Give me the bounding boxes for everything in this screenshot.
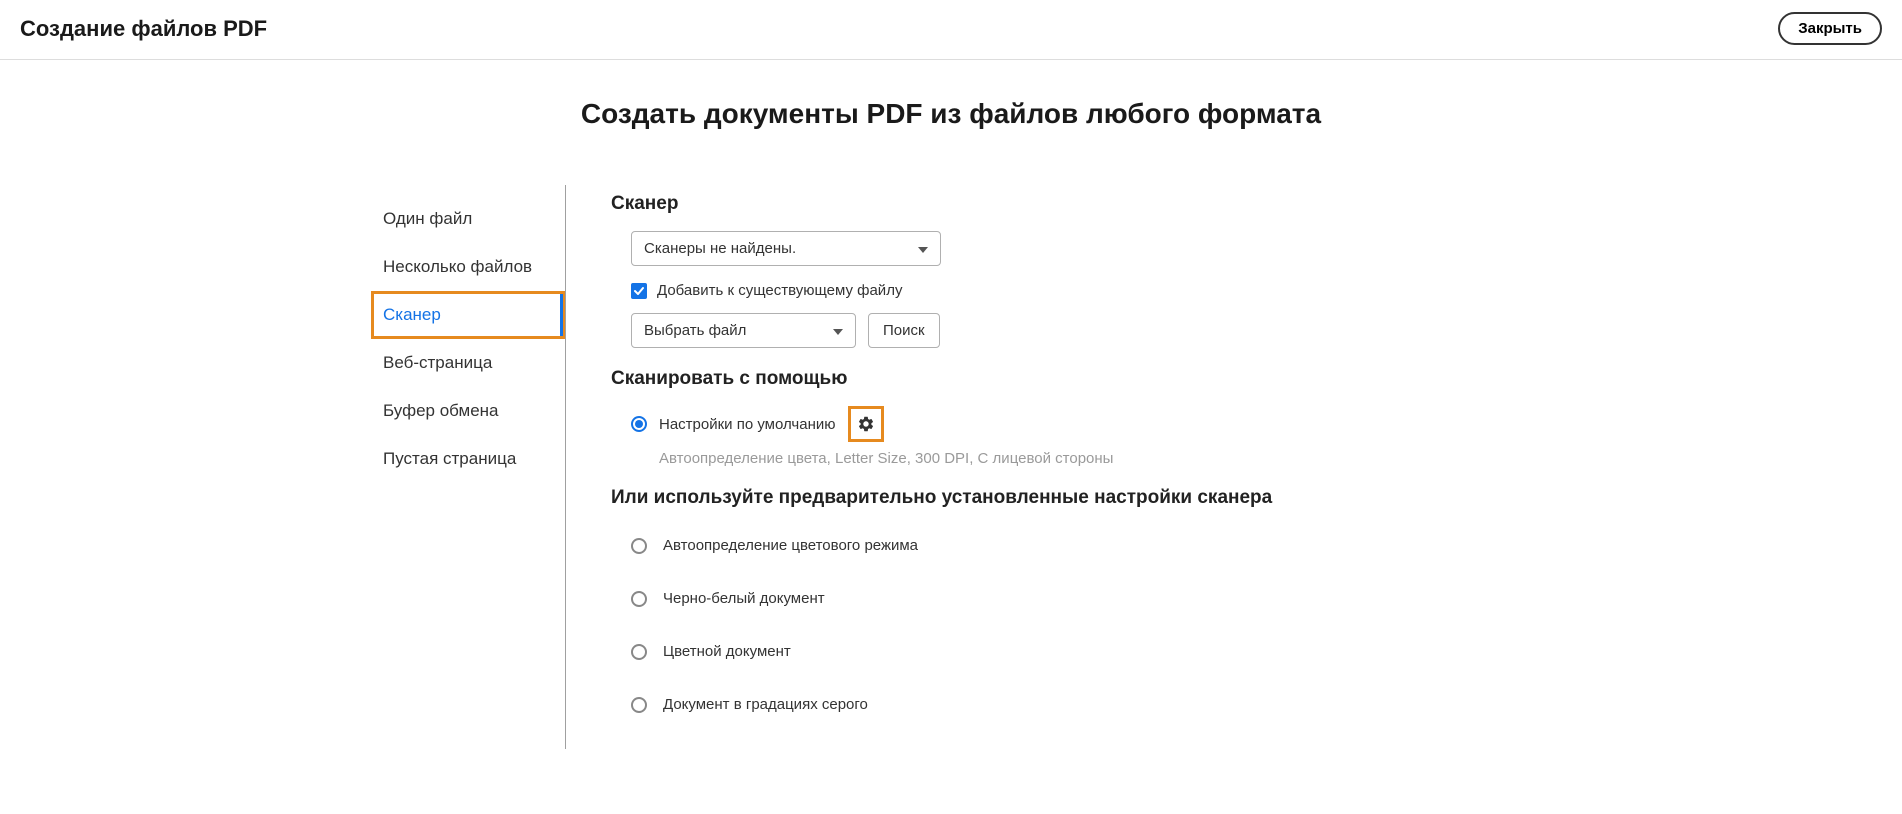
- search-button[interactable]: Поиск: [868, 313, 940, 348]
- file-select[interactable]: Выбрать файл: [631, 313, 856, 348]
- tab-single-file[interactable]: Один файл: [371, 195, 565, 243]
- file-select-value: Выбрать файл: [644, 322, 746, 339]
- tab-web-page[interactable]: Веб-страница: [371, 339, 565, 387]
- tab-label: Несколько файлов: [383, 257, 532, 276]
- tab-label: Один файл: [383, 209, 472, 228]
- preset-radio-grayscale[interactable]: [631, 697, 647, 713]
- page-title: Создание файлов PDF: [20, 16, 267, 42]
- chevron-down-icon: [918, 240, 928, 257]
- check-icon: [633, 285, 645, 297]
- preset-row-grayscale: Документ в градациях серого: [631, 696, 1531, 713]
- preset-label: Цветной документ: [663, 643, 791, 660]
- scanner-select[interactable]: Сканеры не найдены.: [631, 231, 941, 266]
- close-button[interactable]: Закрыть: [1778, 12, 1882, 45]
- preset-radio-auto-color[interactable]: [631, 538, 647, 554]
- tab-label: Сканер: [383, 305, 441, 324]
- scan-with-heading: Сканировать с помощью: [611, 368, 1531, 390]
- tab-label: Веб-страница: [383, 353, 492, 372]
- content-area: Один файл Несколько файлов Сканер Веб-ст…: [0, 185, 1902, 749]
- scanner-select-value: Сканеры не найдены.: [644, 240, 796, 257]
- file-select-row: Выбрать файл Поиск: [631, 313, 1531, 348]
- preset-radio-bw[interactable]: [631, 591, 647, 607]
- default-settings-radio[interactable]: [631, 416, 647, 432]
- content-inner: Один файл Несколько файлов Сканер Веб-ст…: [371, 185, 1531, 749]
- settings-gear-button[interactable]: [848, 406, 884, 442]
- tab-label: Пустая страница: [383, 449, 516, 468]
- header: Создание файлов PDF Закрыть: [0, 0, 1902, 60]
- tabs-list: Один файл Несколько файлов Сканер Веб-ст…: [371, 185, 566, 749]
- tab-clipboard[interactable]: Буфер обмена: [371, 387, 565, 435]
- tab-label: Буфер обмена: [383, 401, 499, 420]
- default-settings-row: Настройки по умолчанию: [631, 406, 1531, 442]
- append-checkbox-row: Добавить к существующему файлу: [631, 282, 1531, 299]
- tab-blank-page[interactable]: Пустая страница: [371, 435, 565, 483]
- default-settings-label: Настройки по умолчанию: [659, 416, 836, 433]
- preset-label: Документ в градациях серого: [663, 696, 868, 713]
- default-settings-hint: Автоопределение цвета, Letter Size, 300 …: [659, 450, 1531, 467]
- preset-label: Черно-белый документ: [663, 590, 825, 607]
- preset-row-bw: Черно-белый документ: [631, 590, 1531, 607]
- append-checkbox-label: Добавить к существующему файлу: [657, 282, 902, 299]
- tab-multiple-files[interactable]: Несколько файлов: [371, 243, 565, 291]
- tab-scanner[interactable]: Сканер: [371, 291, 565, 339]
- presets-heading: Или используйте предварительно установле…: [611, 487, 1531, 509]
- main-title: Создать документы PDF из файлов любого ф…: [0, 98, 1902, 130]
- preset-row-auto-color: Автоопределение цветового режима: [631, 537, 1531, 554]
- gear-icon: [857, 415, 875, 433]
- chevron-down-icon: [833, 322, 843, 339]
- preset-row-color: Цветной документ: [631, 643, 1531, 660]
- scanner-heading: Сканер: [611, 193, 1531, 215]
- preset-radio-color[interactable]: [631, 644, 647, 660]
- scanner-select-row: Сканеры не найдены.: [631, 231, 1531, 266]
- scanner-panel: Сканер Сканеры не найдены. Добавить к су…: [566, 185, 1531, 749]
- preset-label: Автоопределение цветового режима: [663, 537, 918, 554]
- append-checkbox[interactable]: [631, 283, 647, 299]
